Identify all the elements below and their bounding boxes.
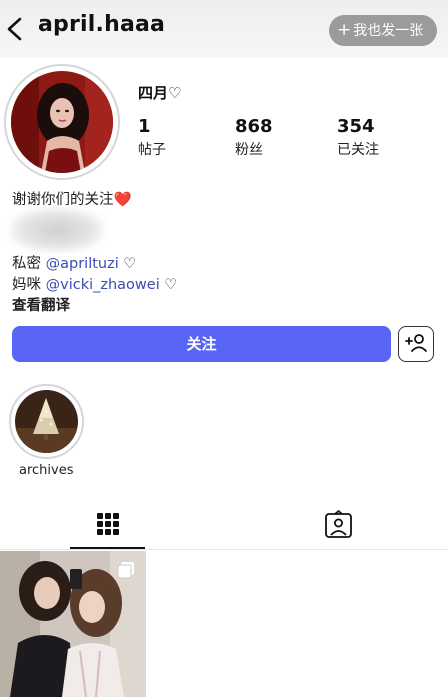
tab-posts-grid[interactable] bbox=[70, 506, 145, 550]
posts-label[interactable]: 帖子 bbox=[138, 139, 166, 159]
top-bar: april.haaa + 我也发一张 bbox=[0, 0, 448, 58]
bio-private-prefix: 私密 bbox=[12, 256, 46, 272]
highlight-label: archives bbox=[19, 463, 74, 478]
bio-mom-prefix: 妈咪 bbox=[12, 277, 46, 293]
tab-divider bbox=[0, 549, 448, 550]
translate-link[interactable]: 查看翻译 bbox=[12, 294, 70, 315]
profile-nickname: 四月♡ bbox=[138, 84, 182, 102]
follow-button[interactable]: 关注 bbox=[12, 326, 391, 362]
bio-line-mom: 妈咪 @vicki_zhaowei ♡ bbox=[12, 273, 177, 294]
suggest-user-button[interactable] bbox=[398, 326, 434, 362]
grid-icon bbox=[97, 513, 119, 535]
tab-tagged[interactable] bbox=[301, 506, 376, 550]
back-arrow-icon[interactable] bbox=[4, 12, 28, 46]
heart-icon: ♡ bbox=[118, 256, 137, 272]
highlight-cover-image bbox=[15, 390, 78, 453]
mention-link-vicki[interactable]: @vicki_zhaowei bbox=[46, 277, 160, 293]
plus-icon: + bbox=[337, 20, 352, 40]
profile-username: april.haaa bbox=[38, 12, 166, 37]
post-same-label: 我也发一张 bbox=[353, 23, 424, 39]
blurred-content bbox=[10, 208, 104, 252]
heart-icon: ♡ bbox=[159, 277, 178, 293]
following-label[interactable]: 已关注 bbox=[337, 139, 379, 159]
add-user-icon bbox=[405, 334, 427, 352]
mention-link-apriltuzi[interactable]: @apriltuzi bbox=[46, 256, 119, 272]
avatar-image bbox=[11, 71, 113, 173]
bio-line-private: 私密 @apriltuzi ♡ bbox=[12, 252, 136, 273]
post-same-button[interactable]: + 我也发一张 bbox=[329, 15, 437, 46]
followers-label[interactable]: 粉丝 bbox=[235, 139, 263, 159]
bio-line-thanks: 谢谢你们的关注❤️ bbox=[12, 192, 132, 208]
followers-count[interactable]: 868 bbox=[235, 116, 273, 137]
tagged-icon bbox=[325, 509, 352, 538]
profile-avatar[interactable] bbox=[4, 64, 120, 180]
multiple-photos-icon bbox=[117, 562, 134, 579]
posts-count[interactable]: 1 bbox=[138, 116, 151, 137]
story-highlight-archives[interactable] bbox=[9, 384, 84, 459]
following-count[interactable]: 354 bbox=[337, 116, 375, 137]
